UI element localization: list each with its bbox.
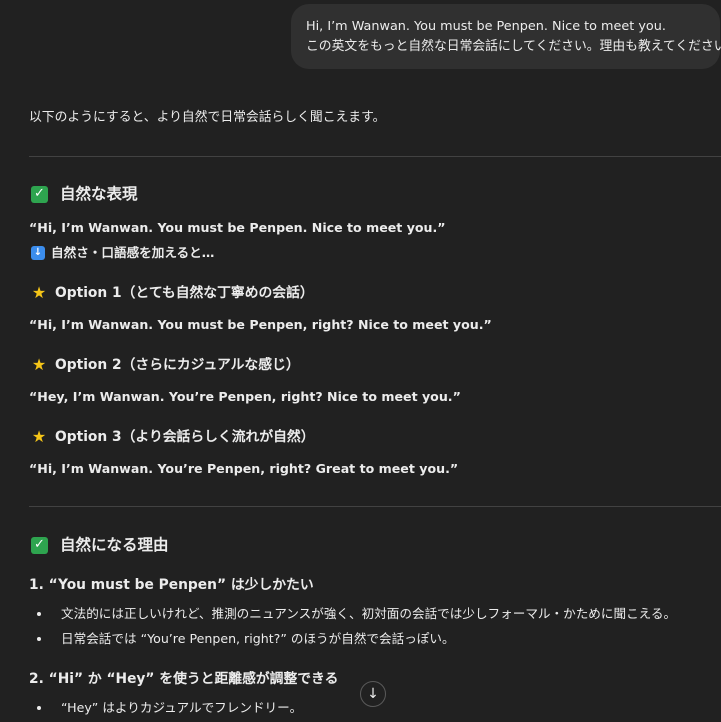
- option-title: Option 3（より会話らしく流れが自然）: [55, 429, 315, 445]
- option-title: Option 2（さらにカジュアルな感じ）: [55, 357, 300, 373]
- scroll-to-bottom-button[interactable]: ↓: [360, 681, 386, 707]
- bullet-text: “Hey” はよりカジュアルでフレンドリー。: [61, 700, 303, 715]
- star-icon: ★: [31, 355, 47, 374]
- divider: [29, 156, 721, 157]
- arrow-line: ↓ 自然さ・口語感を加えると…: [31, 244, 214, 262]
- check-mark-icon: ✓: [31, 185, 48, 203]
- response-intro: 以下のようにすると、より自然で日常会話らしく聞こえます。: [29, 110, 386, 125]
- section-heading-text: 自然になる理由: [60, 536, 169, 554]
- arrow-down-icon: ↓: [367, 686, 379, 702]
- star-icon: ★: [31, 283, 47, 302]
- option-3-heading: ★ Option 3（より会話らしく流れが自然）: [31, 427, 315, 447]
- star-icon: ★: [31, 427, 47, 446]
- option-2-quote: “Hey, I’m Wanwan. You’re Penpen, right? …: [29, 389, 461, 404]
- chat-page: Hi, I’m Wanwan. You must be Penpen. Nice…: [0, 0, 721, 722]
- check-mark-icon: ✓: [31, 536, 48, 554]
- option-title: Option 1（とても自然な丁寧めの会話）: [55, 285, 314, 301]
- reason-2-heading: 2. “Hi” か “Hey” を使うと距離感が調整できる: [29, 671, 339, 687]
- option-3-quote: “Hi, I’m Wanwan. You’re Penpen, right? G…: [29, 461, 459, 476]
- option-1-heading: ★ Option 1（とても自然な丁寧めの会話）: [31, 283, 314, 303]
- bullet-dot: [37, 612, 41, 616]
- section-heading-text: 自然な表現: [60, 185, 138, 203]
- section-heading-reasons: ✓ 自然になる理由: [31, 534, 169, 556]
- reason-2-bullet-1: “Hey” はよりカジュアルでフレンドリー。: [31, 698, 302, 718]
- option-1-quote: “Hi, I’m Wanwan. You must be Penpen, rig…: [29, 317, 492, 332]
- divider: [29, 506, 721, 507]
- bullet-dot: [37, 637, 41, 641]
- reason-1-heading: 1. “You must be Penpen” は少しかたい: [29, 577, 314, 593]
- user-message-line-2: この英文をもっと自然な日常会話にしてください。理由も教えてください。: [306, 39, 721, 54]
- section-heading-natural-expression: ✓ 自然な表現: [31, 183, 138, 205]
- arrow-line-text: 自然さ・口語感を加えると…: [51, 245, 215, 260]
- bullet-dot: [37, 706, 41, 710]
- reason-1-bullet-2: 日常会話では “You’re Penpen, right?” のほうが自然で会話…: [31, 629, 455, 649]
- option-2-heading: ★ Option 2（さらにカジュアルな感じ）: [31, 355, 300, 375]
- bullet-text: 文法的には正しいけれど、推測のニュアンスが強く、初対面の会話では少しフォーマル・…: [61, 606, 677, 621]
- user-message-line-1: Hi, I’m Wanwan. You must be Penpen. Nice…: [306, 19, 666, 34]
- user-message-bubble: Hi, I’m Wanwan. You must be Penpen. Nice…: [291, 4, 721, 69]
- reason-1-bullet-1: 文法的には正しいけれど、推測のニュアンスが強く、初対面の会話では少しフォーマル・…: [31, 604, 676, 624]
- down-arrow-icon: ↓: [31, 246, 45, 260]
- bullet-text: 日常会話では “You’re Penpen, right?” のほうが自然で会話…: [61, 631, 455, 646]
- original-quote: “Hi, I’m Wanwan. You must be Penpen. Nic…: [29, 220, 446, 235]
